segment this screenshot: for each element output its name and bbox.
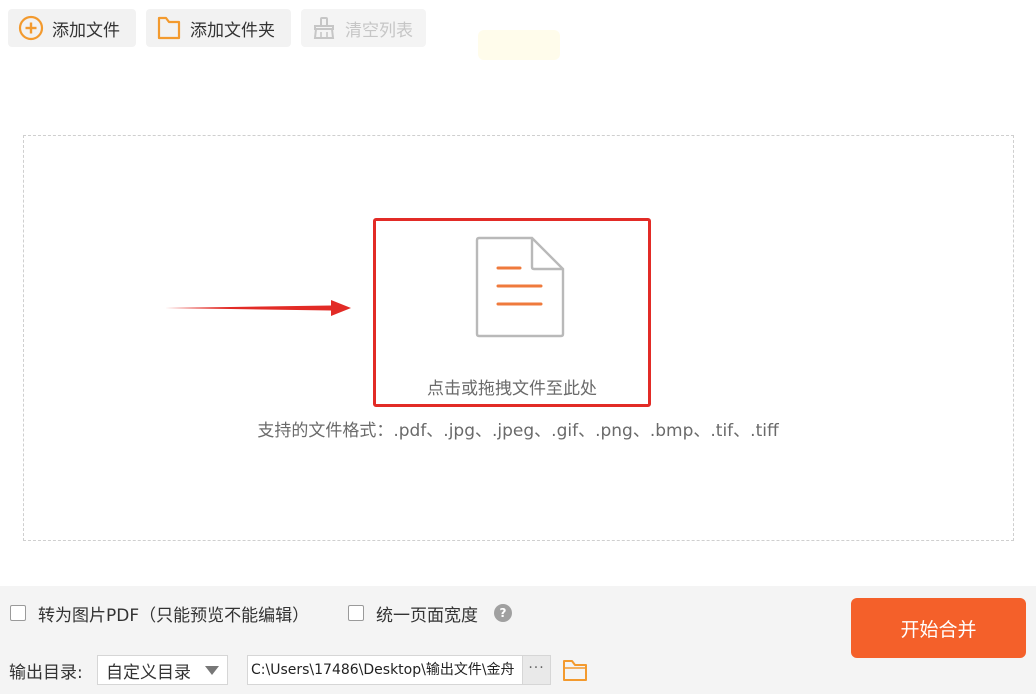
image-pdf-label[interactable]: 转为图片PDF（只能预览不能编辑） [38,601,309,626]
broom-icon [309,13,339,43]
add-folder-label: 添加文件夹 [190,20,275,41]
arrow-annotation [165,300,351,316]
folder-icon[interactable] [562,657,588,683]
clear-list-label: 清空列表 [345,20,413,41]
image-pdf-checkbox[interactable] [10,605,26,621]
question-icon[interactable]: ? [494,604,512,622]
browse-more-button[interactable]: ··· [522,655,551,685]
folder-icon [154,13,184,43]
output-dir-label: 输出目录: [9,663,83,683]
supported-formats-text: 支持的文件格式：.pdf、.jpg、.jpeg、.gif、.png、.bmp、.… [257,421,779,441]
output-path-field[interactable]: C:\Users\17486\Desktop\输出文件\金舟 [247,655,523,685]
chevron-down-icon [205,666,219,675]
plus-circle-icon [16,13,46,43]
add-file-label: 添加文件 [52,20,120,41]
tooltip-glow [478,30,560,60]
output-dir-select-value: 自定义目录 [106,662,191,683]
output-dir-select[interactable]: 自定义目录 [97,655,228,685]
unify-width-checkbox[interactable] [348,605,364,621]
toolbar: 添加文件 添加文件夹 清空列表 [0,0,1036,60]
start-merge-button[interactable]: 开始合并 [851,598,1026,658]
document-icon [475,236,565,338]
add-file-button[interactable]: 添加文件 [8,9,136,47]
clear-list-button[interactable]: 清空列表 [301,9,426,47]
add-folder-button[interactable]: 添加文件夹 [146,9,291,47]
unify-width-label[interactable]: 统一页面宽度 [376,601,478,626]
drop-hint-text: 点击或拖拽文件至此处 [427,379,597,399]
